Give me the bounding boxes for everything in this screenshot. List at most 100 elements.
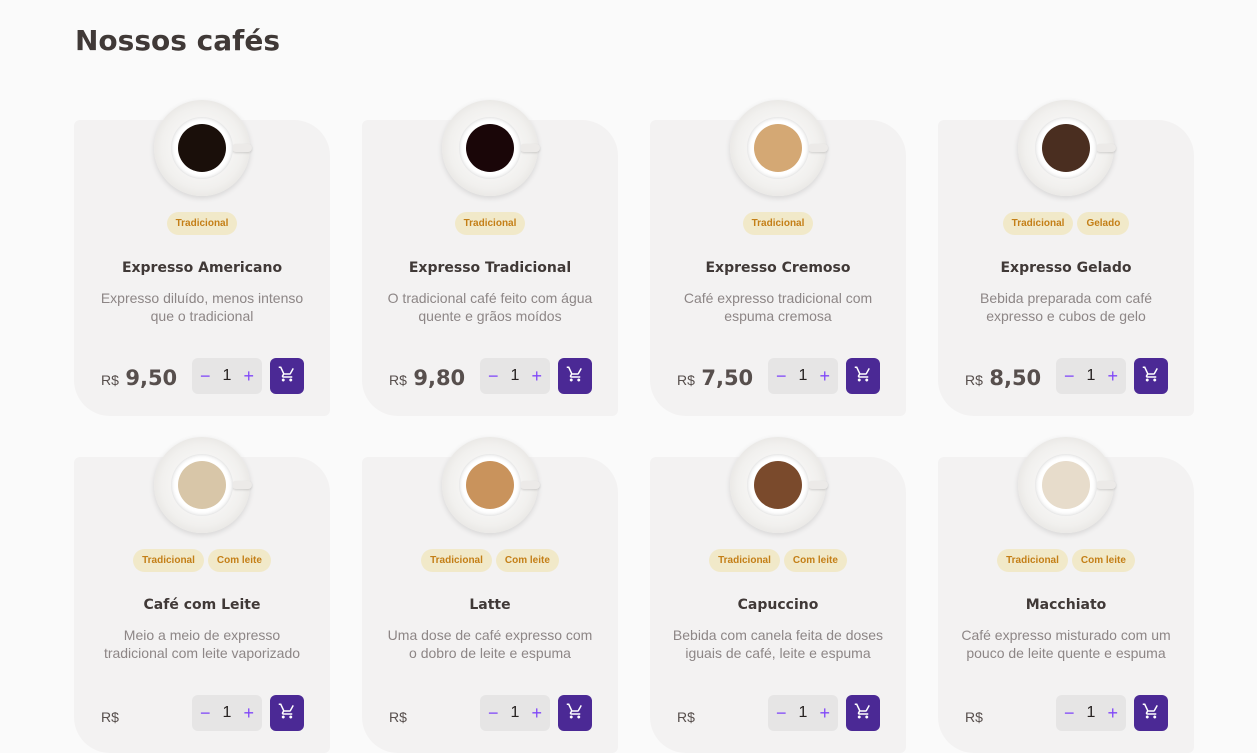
- minus-icon[interactable]: −: [200, 703, 211, 724]
- cart-icon: [278, 702, 296, 725]
- currency: R$: [389, 709, 407, 725]
- price: R$: [101, 703, 121, 727]
- tag-list: Tradicional: [74, 212, 330, 235]
- quantity-stepper: − 1 +: [768, 695, 838, 731]
- coffee-description: Uma dose de café expresso com o dobro de…: [387, 627, 593, 661]
- add-to-cart-button[interactable]: [846, 358, 880, 394]
- minus-icon[interactable]: −: [200, 366, 211, 387]
- currency: R$: [389, 372, 407, 388]
- coffee-image: [730, 437, 828, 533]
- add-to-cart-button[interactable]: [1134, 358, 1168, 394]
- price: R$ 9,50: [101, 366, 177, 390]
- buy-row: R$ − 1 +: [389, 695, 593, 731]
- plus-icon[interactable]: +: [243, 366, 254, 387]
- coffee-description: Meio a meio de expresso tradicional com …: [103, 627, 301, 661]
- price: R$ 7,50: [677, 366, 753, 390]
- tag: Tradicional: [166, 212, 238, 235]
- cart-icon: [1142, 702, 1160, 725]
- quantity-stepper: − 1 +: [768, 358, 838, 394]
- coffee-name: Café com Leite: [143, 597, 261, 613]
- add-to-cart-button[interactable]: [270, 358, 304, 394]
- cart-icon: [566, 702, 584, 725]
- currency: R$: [677, 709, 695, 725]
- quantity-value: 1: [222, 704, 232, 721]
- quantity-value: 1: [1086, 704, 1096, 721]
- cart-icon: [1142, 365, 1160, 388]
- coffee-name: Expresso Americano: [121, 260, 283, 276]
- plus-icon[interactable]: +: [1107, 366, 1118, 387]
- minus-icon[interactable]: −: [1064, 703, 1075, 724]
- minus-icon[interactable]: −: [488, 366, 499, 387]
- quantity-value: 1: [510, 367, 520, 384]
- plus-icon[interactable]: +: [531, 703, 542, 724]
- coffee-name: Expresso Cremoso: [705, 260, 851, 276]
- price: R$ 9,80: [389, 366, 465, 390]
- coffee-card: Tradicional Gelado Expresso Gelado Bebida…: [938, 100, 1194, 416]
- plus-icon[interactable]: +: [1107, 703, 1118, 724]
- quantity-stepper: − 1 +: [192, 358, 262, 394]
- minus-icon[interactable]: −: [488, 703, 499, 724]
- coffee-card: Tradicional Com leite Capuccino Bebida co…: [650, 437, 906, 753]
- section-title: Nossos cafés: [75, 24, 280, 57]
- coffee-card: Tradicional Com leite Café com Leite Meio…: [74, 437, 330, 753]
- add-to-cart-button[interactable]: [558, 358, 592, 394]
- coffee-card: Tradicional Com leite Macchiato Café expr…: [938, 437, 1194, 753]
- coffee-description: Bebida com canela feita de doses iguais …: [672, 627, 884, 661]
- coffee-image: [730, 100, 828, 196]
- coffee-name: Expresso Gelado: [1000, 260, 1132, 276]
- add-to-cart-button[interactable]: [1134, 695, 1168, 731]
- tag-list: Tradicional Com leite: [362, 549, 618, 572]
- coffee-image: [1018, 437, 1116, 533]
- tag: Gelado: [1077, 212, 1130, 235]
- cart-icon: [854, 702, 872, 725]
- coffee-card: Tradicional Expresso Tradicional O tradi…: [362, 100, 618, 416]
- quantity-value: 1: [798, 704, 808, 721]
- price-value: 9,80: [413, 366, 466, 390]
- tag-list: Tradicional Gelado: [938, 212, 1194, 235]
- coffee-image: [442, 100, 540, 196]
- tag: Tradicional: [997, 549, 1068, 572]
- cart-icon: [278, 365, 296, 388]
- quantity-value: 1: [222, 367, 232, 384]
- quantity-value: 1: [798, 367, 808, 384]
- plus-icon[interactable]: +: [819, 366, 830, 387]
- coffee-description: O tradicional café feito com água quente…: [387, 290, 593, 324]
- quantity-stepper: − 1 +: [480, 358, 550, 394]
- tag: Com leite: [1071, 549, 1135, 572]
- minus-icon[interactable]: −: [1064, 366, 1075, 387]
- add-to-cart-button[interactable]: [558, 695, 592, 731]
- plus-icon[interactable]: +: [819, 703, 830, 724]
- quantity-value: 1: [510, 704, 520, 721]
- buy-row: R$ − 1 +: [101, 695, 305, 731]
- buy-row: R$ 9,50 − 1 +: [101, 358, 305, 394]
- plus-icon[interactable]: +: [243, 703, 254, 724]
- cart-icon: [566, 365, 584, 388]
- tag: Tradicional: [709, 549, 780, 572]
- coffee-name: Expresso Tradicional: [408, 260, 572, 276]
- tag-list: Tradicional Com leite: [650, 549, 906, 572]
- tag-list: Tradicional: [362, 212, 618, 235]
- tag: Tradicional: [1002, 212, 1074, 235]
- currency: R$: [965, 372, 983, 388]
- coffee-description: Café expresso tradicional com espuma cre…: [683, 290, 873, 324]
- add-to-cart-button[interactable]: [846, 695, 880, 731]
- minus-icon[interactable]: −: [776, 703, 787, 724]
- minus-icon[interactable]: −: [776, 366, 787, 387]
- tag-list: Tradicional Com leite: [74, 549, 330, 572]
- tag: Com leite: [495, 549, 559, 572]
- coffee-description: Bebida preparada com café expresso e cub…: [980, 290, 1152, 324]
- price: R$: [389, 703, 409, 727]
- buy-row: R$ 7,50 − 1 +: [677, 358, 881, 394]
- currency: R$: [677, 372, 695, 388]
- coffee-image: [154, 437, 252, 533]
- quantity-value: 1: [1086, 367, 1096, 384]
- tag: Tradicional: [454, 212, 526, 235]
- coffee-description: Expresso diluído, menos intenso que o tr…: [100, 290, 304, 324]
- price-value: 8,50: [989, 366, 1042, 390]
- coffee-image: [1018, 100, 1116, 196]
- plus-icon[interactable]: +: [531, 366, 542, 387]
- tag: Com leite: [207, 549, 271, 572]
- quantity-stepper: − 1 +: [192, 695, 262, 731]
- buy-row: R$ 8,50 − 1 +: [965, 358, 1169, 394]
- add-to-cart-button[interactable]: [270, 695, 304, 731]
